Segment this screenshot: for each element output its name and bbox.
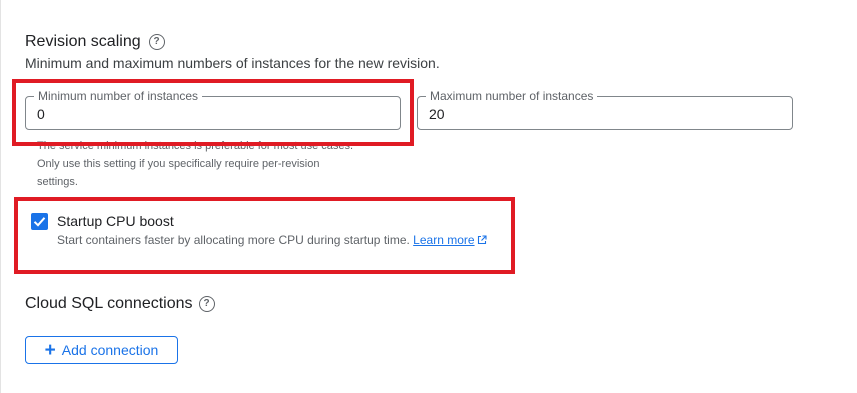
add-connection-label: Add connection <box>61 342 159 358</box>
add-connection-button[interactable]: + Add connection <box>25 336 178 364</box>
max-instances-input[interactable] <box>429 106 729 122</box>
highlight-box-min-instances <box>12 79 414 146</box>
plus-icon: + <box>44 339 56 361</box>
max-instances-label: Maximum number of instances <box>426 89 598 103</box>
cloud-sql-title: Cloud SQL connections <box>25 295 193 312</box>
revision-scaling-heading: Revision scaling ? <box>25 33 165 51</box>
left-border <box>0 0 1 393</box>
cloud-sql-heading: Cloud SQL connections ? <box>25 295 215 313</box>
revision-scaling-title: Revision scaling <box>25 33 141 50</box>
highlight-box-startup-boost <box>14 197 515 274</box>
help-icon[interactable]: ? <box>148 34 165 50</box>
revision-scaling-subtitle: Minimum and maximum numbers of instances… <box>25 55 440 71</box>
help-icon[interactable]: ? <box>198 296 215 312</box>
max-instances-field[interactable]: Maximum number of instances <box>417 89 793 130</box>
